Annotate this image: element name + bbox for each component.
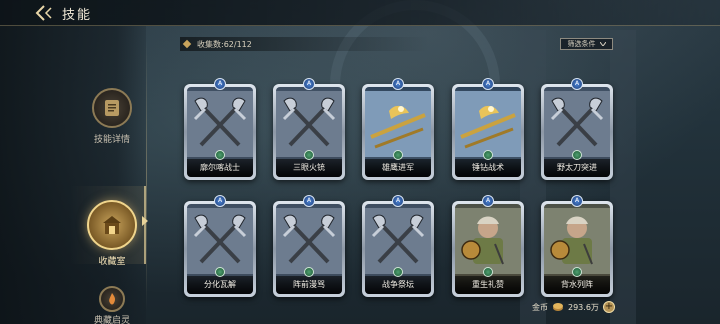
card-art-frame: 廓尔喀战士 — [187, 87, 253, 177]
rarity-badge-icon: A — [214, 195, 226, 207]
skill-card[interactable]: A 廓尔喀战士 — [184, 78, 256, 180]
filter-dropdown[interactable]: 筛选条件 — [560, 38, 613, 50]
skill-card-name: 战争祭坛 — [365, 276, 431, 294]
add-currency-button[interactable]: + — [602, 301, 615, 313]
sidebar — [0, 26, 146, 324]
skill-card-name: 阵前漫骂 — [276, 276, 342, 294]
rarity-badge-icon: A — [303, 78, 315, 90]
vault-icon — [87, 200, 137, 250]
currency-label: 金币 — [532, 302, 548, 312]
collection-count-label: 收集数:62/112 — [197, 39, 252, 49]
rarity-badge-icon: A — [482, 195, 494, 207]
card-art-frame: 重生礼赞 — [455, 204, 521, 294]
skill-type-icon — [215, 150, 225, 160]
back-arrow-icon — [35, 5, 52, 21]
skill-card-name: 野太刀突进 — [544, 159, 610, 177]
skill-card-name: 雄鹰进军 — [365, 159, 431, 177]
skill-type-icon — [393, 150, 403, 160]
sidebar-item-label: 典藏启灵 — [93, 316, 130, 324]
card-art-frame: 三眼火铳 — [276, 87, 342, 177]
sidebar-item-skill-details[interactable]: 技能详情 — [80, 88, 144, 145]
rarity-badge-icon: A — [571, 195, 583, 207]
skill-card[interactable]: A 分化瓦解 — [184, 195, 256, 297]
back-button[interactable] — [34, 2, 56, 24]
sidebar-item-label: 技能详情 — [93, 135, 130, 145]
collection-count: 收集数:62/112 — [180, 37, 430, 51]
sidebar-divider — [146, 40, 147, 310]
rarity-badge-icon: A — [214, 78, 226, 90]
skill-card[interactable]: A 野太刀突进 — [541, 78, 613, 180]
sidebar-active-marker — [142, 216, 148, 226]
skill-card-name: 分化瓦解 — [187, 276, 253, 294]
skill-type-icon — [483, 267, 493, 277]
skill-card[interactable]: A 雄鹰进军 — [362, 78, 434, 180]
header-bar: 技能 — [0, 0, 720, 26]
sidebar-item-label: 收藏室 — [98, 257, 126, 267]
gold-coin-icon — [553, 303, 563, 311]
rarity-badge-icon: A — [303, 195, 315, 207]
skill-card-name: 锤钻战术 — [455, 159, 521, 177]
card-art-frame: 分化瓦解 — [187, 204, 253, 294]
skill-card-name: 三眼火铳 — [276, 159, 342, 177]
skill-type-icon — [483, 150, 493, 160]
rarity-badge-icon: A — [571, 78, 583, 90]
skill-card[interactable]: A 锤钻战术 — [452, 78, 524, 180]
card-art-frame: 雄鹰进军 — [365, 87, 431, 177]
skill-type-icon — [304, 150, 314, 160]
flame-icon — [99, 286, 125, 312]
skill-card-name: 重生礼赞 — [455, 276, 521, 294]
chevron-down-icon — [599, 42, 606, 46]
skill-type-icon — [572, 267, 582, 277]
filter-label: 筛选条件 — [567, 40, 596, 48]
card-art-frame: 背水列阵 — [544, 204, 610, 294]
card-art-frame: 战争祭坛 — [365, 204, 431, 294]
skill-card-name: 廓尔喀战士 — [187, 159, 253, 177]
skill-type-icon — [215, 267, 225, 277]
diamond-icon — [182, 39, 192, 49]
sidebar-item-collection-awaken[interactable]: 典藏启灵 — [80, 286, 144, 324]
currency-display: 金币 293.6万 + — [532, 300, 622, 314]
rarity-badge-icon: A — [482, 78, 494, 90]
page-title: 技能 — [62, 8, 93, 23]
background-pillar — [610, 30, 636, 324]
scroll-icon — [92, 88, 132, 128]
rarity-badge-icon: A — [392, 195, 404, 207]
card-art-frame: 锤钻战术 — [455, 87, 521, 177]
sidebar-item-collection-room[interactable]: 收藏室 — [80, 200, 144, 267]
skill-card[interactable]: A 战争祭坛 — [362, 195, 434, 297]
card-art-frame: 野太刀突进 — [544, 87, 610, 177]
skill-type-icon — [393, 267, 403, 277]
skill-type-icon — [304, 267, 314, 277]
rarity-badge-icon: A — [392, 78, 404, 90]
skill-card[interactable]: A 重生礼赞 — [452, 195, 524, 297]
skill-card[interactable]: A 阵前漫骂 — [273, 195, 345, 297]
skill-card-name: 背水列阵 — [544, 276, 610, 294]
card-art-frame: 阵前漫骂 — [276, 204, 342, 294]
currency-value: 293.6万 — [568, 302, 599, 312]
skill-type-icon — [572, 150, 582, 160]
skill-card[interactable]: A 三眼火铳 — [273, 78, 345, 180]
skill-card[interactable]: A 背水列阵 — [541, 195, 613, 297]
